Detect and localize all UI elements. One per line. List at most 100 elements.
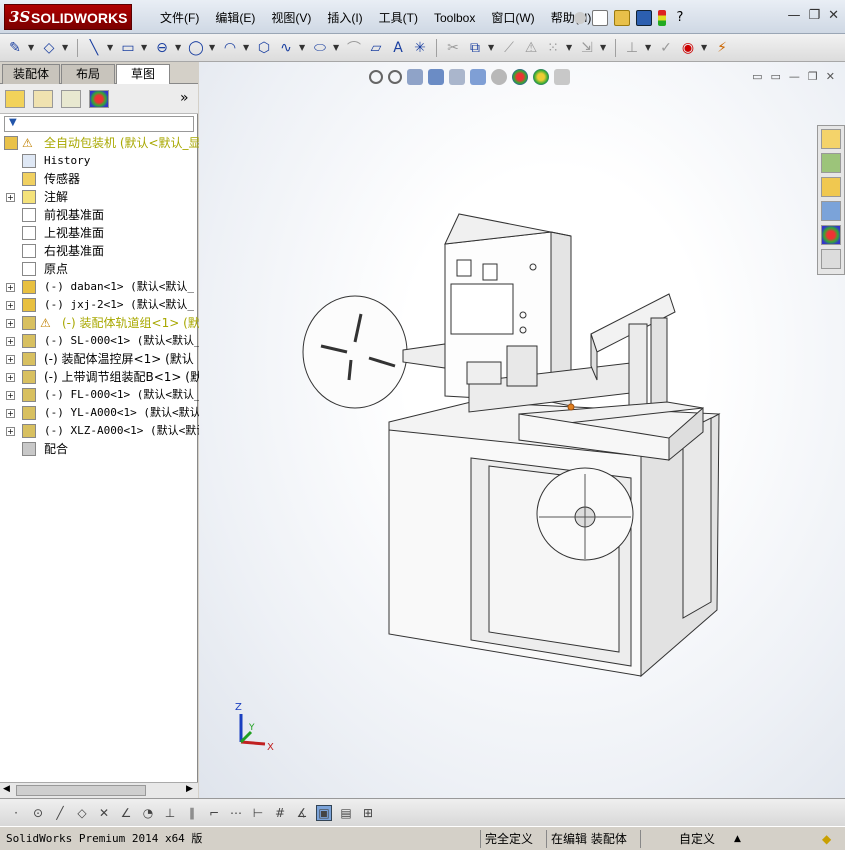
menu-window[interactable]: 窗口(W) — [483, 9, 542, 27]
tree-item[interactable]: 配合 — [0, 440, 198, 458]
tree-item[interactable]: + 注解 — [0, 188, 198, 206]
display-manager-icon[interactable] — [89, 90, 109, 108]
chevron-down-icon[interactable]: ▼ — [175, 43, 183, 52]
quadrant-icon[interactable]: ◔ — [140, 805, 156, 821]
grid-snap-icon[interactable]: ⋯ — [228, 805, 244, 821]
menu-view[interactable]: 视图(V) — [263, 9, 319, 27]
tree-item[interactable]: 前视基准面 — [0, 206, 198, 224]
property-manager-icon[interactable] — [33, 90, 53, 108]
circle-icon[interactable]: ◯ — [187, 39, 205, 57]
convert-entities-icon[interactable]: ⧉ — [466, 39, 484, 57]
units-arrow-icon[interactable]: ▲ — [730, 830, 745, 848]
expand-icon[interactable]: + — [6, 193, 15, 202]
tree-item[interactable]: History — [0, 152, 198, 170]
rapid-sketch-icon[interactable]: ⚡ — [713, 39, 731, 57]
point-icon[interactable]: ✳ — [411, 39, 429, 57]
slot-icon[interactable]: ⊖ — [153, 39, 171, 57]
move-entities-icon[interactable]: ⇲ — [578, 39, 596, 57]
tree-item[interactable]: + (-) daban<1> (默认<默认_ — [0, 278, 198, 296]
scrollbar-thumb[interactable] — [16, 785, 146, 796]
help-icon[interactable]: ? — [672, 10, 688, 26]
fillet-icon[interactable]: ⌒ — [345, 39, 363, 57]
pattern-icon[interactable]: ⁙ — [544, 39, 562, 57]
tab-layout[interactable]: 布局 — [61, 64, 115, 84]
view-window-icon[interactable]: ▤ — [338, 805, 354, 821]
chevron-down-icon[interactable]: ▼ — [600, 43, 608, 52]
tree-item[interactable]: + (-) jxj-2<1> (默认<默认_ — [0, 296, 198, 314]
display-relations-icon[interactable]: ⊥ — [623, 39, 641, 57]
new-document-icon[interactable] — [592, 10, 608, 26]
chevron-down-icon[interactable]: ▼ — [645, 43, 653, 52]
design-library-icon[interactable] — [821, 153, 841, 173]
save-icon[interactable] — [636, 10, 652, 26]
tree-item[interactable]: 传感器 — [0, 170, 198, 188]
close-icon[interactable]: ✕ — [828, 8, 839, 23]
sketch-icon[interactable]: ✎ — [6, 39, 24, 57]
menu-toolbox[interactable]: Toolbox — [426, 9, 483, 27]
tree-filter[interactable]: ▼ — [4, 116, 194, 132]
configuration-manager-icon[interactable] — [61, 90, 81, 108]
assembly-model[interactable]: Z X Y — [199, 62, 845, 798]
grid-icon[interactable]: # — [272, 805, 288, 821]
smart-dimension-icon[interactable]: ◇ — [40, 39, 58, 57]
chevron-down-icon[interactable]: ▼ — [299, 43, 307, 52]
polygon-icon[interactable]: ◇ — [74, 805, 90, 821]
horizontal-vertical-icon[interactable]: ⌐ — [206, 805, 222, 821]
chevron-down-icon[interactable]: ▼ — [62, 43, 70, 52]
chevron-down-icon[interactable]: ▼ — [701, 43, 709, 52]
expand-icon[interactable]: + — [6, 391, 15, 400]
expand-panel-icon[interactable]: » — [180, 90, 189, 106]
expand-icon[interactable]: + — [6, 409, 15, 418]
plane-icon[interactable]: ▱ — [367, 39, 385, 57]
tree-item[interactable]: + (-) 上带调节组装配B<1> (默 — [0, 368, 202, 386]
pin-icon[interactable] — [574, 12, 586, 24]
appearances-icon[interactable] — [821, 225, 841, 245]
solidworks-logo[interactable]: 3S SOLIDWORKS — [4, 4, 132, 30]
filter-icon[interactable]: ▼ — [9, 117, 17, 128]
line-icon[interactable]: ╱ — [52, 805, 68, 821]
horizontal-scrollbar[interactable]: ◀ ▶ — [0, 782, 198, 798]
rectangle-icon[interactable]: ▭ — [119, 39, 137, 57]
chevron-down-icon[interactable]: ▼ — [566, 43, 574, 52]
chevron-down-icon[interactable]: ▼ — [141, 43, 149, 52]
tree-item[interactable]: + (-) FL-000<1> (默认<默认_显 — [0, 386, 212, 404]
point-icon[interactable]: · — [8, 805, 24, 821]
text-icon[interactable]: A — [389, 39, 407, 57]
tangent-icon[interactable]: ∠ — [118, 805, 134, 821]
polygon-icon[interactable]: ⬡ — [255, 39, 273, 57]
tree-item[interactable]: + (-) XLZ-A000<1> (默认<默认 — [0, 422, 207, 440]
menu-file[interactable]: 文件(F) — [152, 9, 207, 27]
tree-item[interactable]: + (-) 装配体温控屏<1> (默认 — [0, 350, 198, 368]
scroll-right-icon[interactable]: ▶ — [186, 784, 193, 794]
line-icon[interactable]: ╲ — [85, 39, 103, 57]
tree-item[interactable]: + (-) SL-000<1> (默认<默认_显 — [0, 332, 212, 350]
chevron-down-icon[interactable]: ▼ — [488, 43, 496, 52]
intersection-icon[interactable]: ✕ — [96, 805, 112, 821]
tab-sketch[interactable]: 草图 — [116, 64, 170, 85]
open-folder-icon[interactable] — [614, 10, 630, 26]
tab-assembly[interactable]: 装配体 — [2, 64, 60, 84]
custom-properties-icon[interactable] — [821, 249, 841, 269]
view-palette-icon[interactable] — [821, 201, 841, 221]
spline-icon[interactable]: ∿ — [277, 39, 295, 57]
parallel-icon[interactable]: ∥ — [184, 805, 200, 821]
expand-icon[interactable]: + — [6, 373, 15, 382]
tree-item[interactable]: 右视基准面 — [0, 242, 198, 260]
mirror-icon[interactable]: ⚠ — [522, 39, 540, 57]
tree-item[interactable]: 原点 — [0, 260, 198, 278]
tile-windows-icon[interactable]: ⊞ — [360, 805, 376, 821]
chevron-down-icon[interactable]: ▼ — [333, 43, 341, 52]
circle-center-icon[interactable]: ⊙ — [30, 805, 46, 821]
graphics-area[interactable]: ▭ ▭ — ❐ ✕ Z X Y — [199, 62, 845, 798]
tag-icon[interactable]: ◆ — [818, 830, 835, 848]
tree-item[interactable]: ⚠ 全自动包装机 (默认<默认_显 — [0, 134, 201, 152]
expand-icon[interactable]: + — [6, 355, 15, 364]
file-explorer-icon[interactable] — [821, 177, 841, 197]
chevron-down-icon[interactable]: ▼ — [243, 43, 251, 52]
chevron-down-icon[interactable]: ▼ — [28, 43, 36, 52]
units-status[interactable]: 自定义 — [640, 830, 719, 848]
menu-insert[interactable]: 插入(I) — [319, 9, 370, 27]
menu-edit[interactable]: 编辑(E) — [207, 9, 263, 27]
expand-icon[interactable]: + — [6, 283, 15, 292]
feature-manager-icon[interactable] — [5, 90, 25, 108]
